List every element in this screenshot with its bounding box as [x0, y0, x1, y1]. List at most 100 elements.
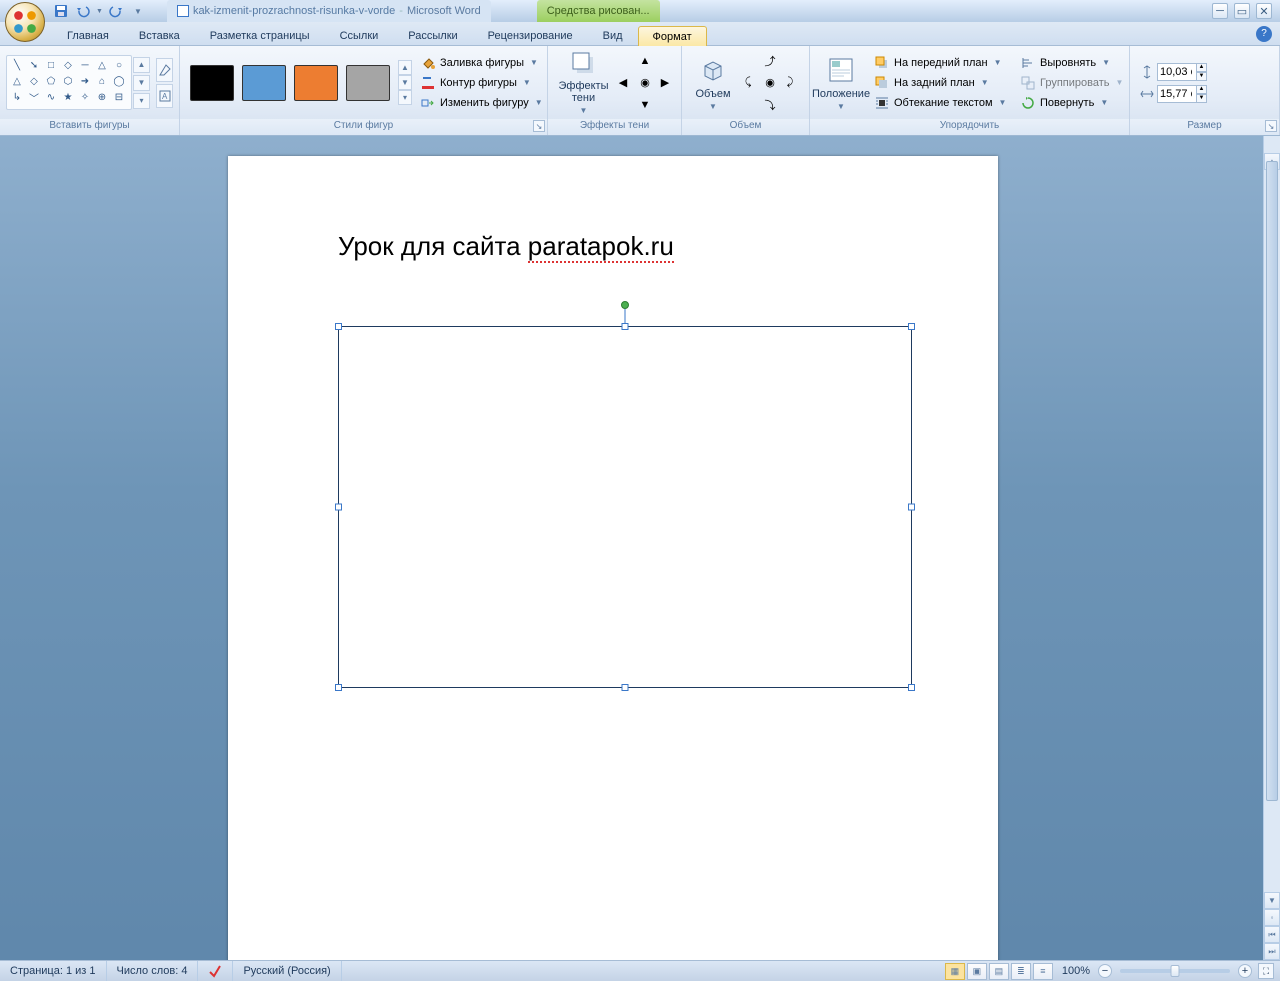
style-black[interactable] [190, 65, 234, 101]
width-up[interactable]: ▲ [1196, 85, 1207, 94]
scroll-thumb[interactable] [1266, 161, 1278, 801]
view-full-screen[interactable]: ▣ [967, 963, 987, 980]
style-blue[interactable] [242, 65, 286, 101]
minimize-button[interactable]: ─ [1212, 3, 1228, 19]
shadow-nudge: ▲ ◀◉ ▼ [613, 51, 655, 115]
rectangle-shape[interactable] [338, 326, 912, 688]
styles-more[interactable]: ▾ [398, 90, 412, 105]
document-area[interactable]: Урок для сайта paratapok.ru ▲ ▼ ◦ ⏮ ⏭ [0, 136, 1280, 960]
tilt-left[interactable]: ⤹ [738, 73, 758, 93]
shapes-gallery[interactable]: ╲➘□◇─△○ △◇⬠⬡➜⌂◯ ↳﹀∿★✧⊕⊟ [6, 55, 132, 110]
send-to-back-button[interactable]: На задний план▼ [872, 74, 1012, 92]
resize-handle-bl[interactable] [335, 684, 342, 691]
tab-insert[interactable]: Вставка [124, 25, 195, 45]
shadow-nudge-left[interactable]: ◀ [613, 73, 633, 93]
height-down[interactable]: ▼ [1196, 72, 1207, 81]
tilt-up[interactable]: ⤴ [760, 51, 780, 71]
change-shape-button[interactable]: Изменить фигуру▼ [418, 94, 545, 112]
resize-handle-tr[interactable] [908, 323, 915, 330]
resize-handle-t[interactable] [622, 323, 629, 330]
view-draft[interactable]: ≡ [1033, 963, 1053, 980]
shapes-scroll-down[interactable]: ▼ [133, 75, 150, 91]
status-page[interactable]: Страница: 1 из 1 [0, 961, 107, 981]
office-button[interactable] [5, 2, 45, 42]
zoom-out[interactable]: − [1098, 964, 1112, 978]
proofing-icon [208, 964, 222, 978]
shape-fill-button[interactable]: Заливка фигуры▼ [418, 54, 545, 72]
size-launcher[interactable]: ↘ [1265, 120, 1277, 132]
undo-dropdown[interactable]: ▼ [96, 8, 103, 15]
contextual-tab-drawing-tools[interactable]: Средства рисован... [537, 0, 660, 22]
shadow-effects-button[interactable]: Эффекты тени▼ [554, 50, 613, 116]
selected-shape[interactable] [335, 323, 915, 691]
shapes-scroll-up[interactable]: ▲ [133, 57, 150, 73]
tilt-right[interactable]: ⤸ [780, 73, 800, 93]
maximize-button[interactable]: ▭ [1234, 3, 1250, 19]
resize-handle-tl[interactable] [335, 323, 342, 330]
text-box-button[interactable]: A [156, 84, 173, 108]
rotation-handle[interactable] [621, 301, 629, 309]
browse-object[interactable]: ◦ [1264, 909, 1280, 926]
tab-references[interactable]: Ссылки [325, 25, 394, 45]
document-tab[interactable]: kak-izmenit-prozrachnost-risunka-v-vorde… [167, 0, 491, 22]
zoom-in[interactable]: + [1238, 964, 1252, 978]
status-word-count[interactable]: Число слов: 4 [107, 961, 199, 981]
tab-format[interactable]: Формат [638, 26, 707, 46]
help-button[interactable]: ? [1256, 26, 1272, 42]
tab-mailings[interactable]: Рассылки [393, 25, 472, 45]
shadow-nudge-up[interactable]: ▲ [635, 51, 655, 71]
vertical-scrollbar[interactable]: ▲ ▼ ◦ ⏮ ⏭ [1263, 136, 1280, 960]
qat-customize-button[interactable]: ▼ [129, 2, 147, 20]
shape-outline-button[interactable]: Контур фигуры▼ [418, 74, 545, 92]
shadow-toggle[interactable]: ◉ [635, 73, 655, 93]
resize-handle-b[interactable] [622, 684, 629, 691]
shadow-nudge-right[interactable]: ▶ [655, 73, 675, 93]
contextual-tab-label: Средства рисован... [547, 5, 650, 17]
view-print-layout[interactable]: ▦ [945, 963, 965, 980]
status-language[interactable]: Русский (Россия) [233, 961, 341, 981]
zoom-label[interactable]: 100% [1062, 965, 1090, 977]
tab-home[interactable]: Главная [52, 25, 124, 45]
shadow-nudge-down[interactable]: ▼ [635, 95, 655, 115]
zoom-knob[interactable] [1171, 965, 1180, 977]
width-down[interactable]: ▼ [1196, 94, 1207, 103]
tab-view[interactable]: Вид [588, 25, 638, 45]
bring-to-front-button[interactable]: На передний план▼ [872, 54, 1012, 72]
zoom-fit[interactable]: ⛶ [1258, 963, 1274, 979]
prev-page[interactable]: ⏮ [1264, 926, 1280, 943]
style-orange[interactable] [294, 65, 338, 101]
shape-styles-launcher[interactable]: ↘ [533, 120, 545, 132]
resize-handle-l[interactable] [335, 504, 342, 511]
close-button[interactable]: ✕ [1256, 3, 1272, 19]
resize-handle-br[interactable] [908, 684, 915, 691]
status-proofing[interactable] [198, 961, 233, 981]
group-button[interactable]: Группировать▼ [1018, 74, 1128, 92]
tab-review[interactable]: Рецензирование [473, 25, 588, 45]
resize-handle-r[interactable] [908, 504, 915, 511]
view-outline[interactable]: ≣ [1011, 963, 1031, 980]
volume-button[interactable]: Объем▼ [688, 50, 738, 116]
text-wrap-button[interactable]: Обтекание текстом▼ [872, 94, 1012, 112]
height-up[interactable]: ▲ [1196, 63, 1207, 72]
rotate-button[interactable]: Повернуть▼ [1018, 94, 1128, 112]
tilt-down[interactable]: ⤵ [760, 95, 780, 115]
scroll-down[interactable]: ▼ [1264, 892, 1280, 909]
tilt-toggle[interactable]: ◉ [760, 73, 780, 93]
styles-next[interactable]: ▼ [398, 75, 412, 90]
undo-button[interactable] [74, 2, 92, 20]
view-web-layout[interactable]: ▤ [989, 963, 1009, 980]
shapes-more[interactable]: ▾ [133, 93, 150, 109]
page[interactable]: Урок для сайта paratapok.ru [228, 156, 998, 960]
save-button[interactable] [52, 2, 70, 20]
tab-page-layout[interactable]: Разметка страницы [195, 25, 325, 45]
style-gray[interactable] [346, 65, 390, 101]
shape-styles-gallery[interactable]: ▲ ▼ ▾ [186, 60, 412, 105]
zoom-slider[interactable] [1120, 969, 1230, 973]
position-button[interactable]: Положение▼ [816, 50, 866, 116]
align-button[interactable]: Выровнять▼ [1018, 54, 1128, 72]
next-page[interactable]: ⏭ [1264, 943, 1280, 960]
spelling-error: paratapok.ru [528, 231, 674, 263]
edit-shape-button[interactable] [156, 58, 173, 82]
redo-button[interactable] [107, 2, 125, 20]
styles-prev[interactable]: ▲ [398, 60, 412, 75]
